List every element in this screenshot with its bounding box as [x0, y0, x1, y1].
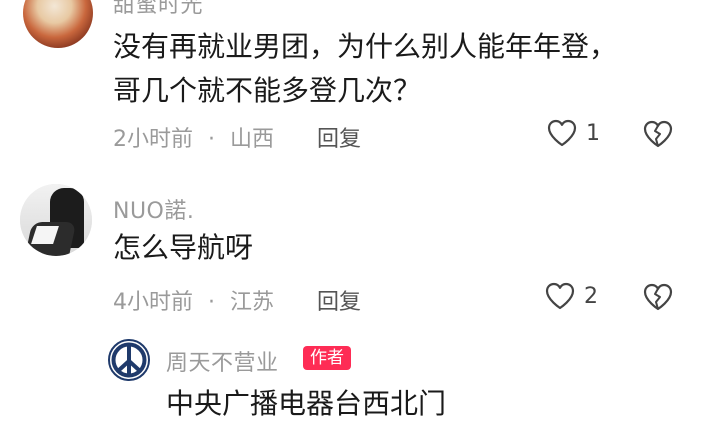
avatar[interactable] — [23, 0, 93, 48]
avatar[interactable] — [20, 184, 92, 256]
like-count: 2 — [584, 283, 598, 309]
comment-text-line: 哥几个就不能多登几次？ — [113, 74, 422, 107]
comment-location: 江苏 — [230, 290, 275, 315]
meta-separator: · — [208, 290, 215, 315]
like-button[interactable]: 2 — [544, 281, 598, 311]
reply-button[interactable]: 回复 — [317, 121, 361, 153]
comment-text-line: 没有再就业男团，为什么别人能年年登， — [113, 30, 618, 63]
comment-time: 4小时前 — [113, 290, 193, 315]
comment-username[interactable]: 甜蜜时光 — [113, 0, 203, 19]
like-count: 1 — [586, 120, 600, 146]
broken-heart-icon[interactable] — [642, 119, 674, 149]
heart-icon — [547, 119, 577, 147]
comment-time: 2小时前 — [113, 127, 193, 152]
comment-thread: 甜蜜时光 没有再就业男团，为什么别人能年年登， 哥几个就不能多登几次？ 2小时前… — [0, 0, 719, 438]
reply-username[interactable]: 周天不营业 — [166, 345, 279, 377]
broken-heart-icon[interactable] — [642, 282, 674, 312]
author-badge: 作者 — [303, 346, 351, 370]
peace-sign-avatar[interactable] — [108, 339, 150, 381]
comment-text-line: 怎么导航呀 — [113, 231, 254, 264]
meta-separator: · — [208, 127, 215, 152]
reply-text: 中央广播电器台西北门 — [166, 387, 447, 420]
comment-username[interactable]: NUO諾. — [113, 193, 194, 225]
comment-location: 山西 — [230, 127, 275, 152]
like-button[interactable]: 1 — [546, 118, 600, 148]
comment-meta: 4小时前 · 江苏 — [113, 284, 274, 316]
reply-button[interactable]: 回复 — [317, 284, 361, 316]
comment-meta: 2小时前 · 山西 — [113, 121, 274, 153]
heart-icon — [545, 282, 575, 310]
